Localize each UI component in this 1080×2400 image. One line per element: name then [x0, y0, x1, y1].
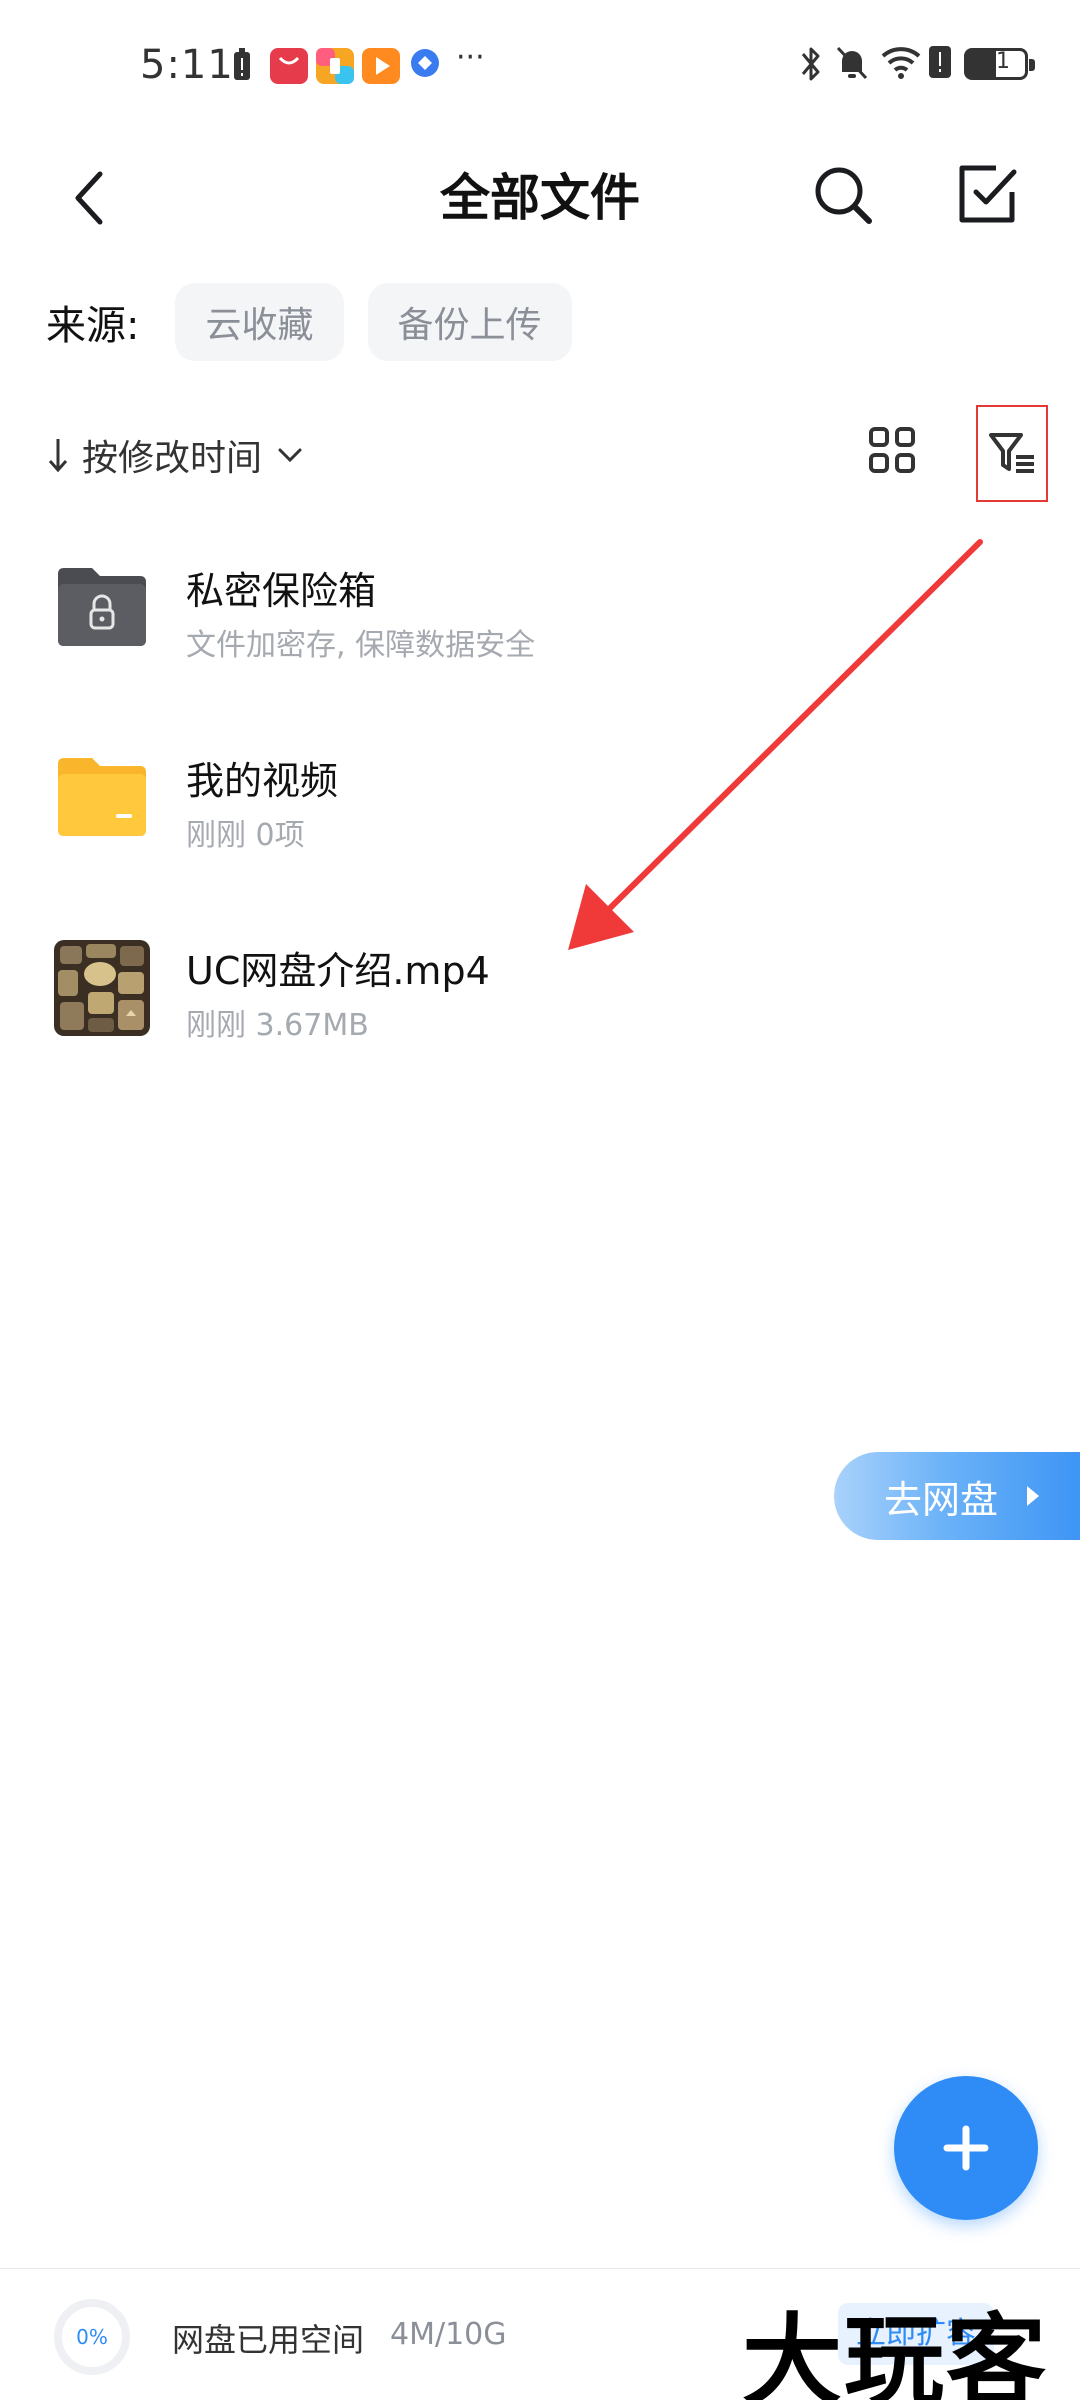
video-app-icon: [362, 48, 400, 84]
signal-alert-icon: [929, 46, 951, 78]
file-meta: 刚刚 3.67MB: [186, 1008, 369, 1043]
add-button[interactable]: [894, 2076, 1038, 2220]
list-item-my-videos[interactable]: 我的视频 刚刚 0项: [0, 730, 1080, 900]
file-meta: 文件加密存, 保障数据安全: [186, 628, 536, 663]
filter-list-icon: [989, 432, 1034, 473]
sort-selector[interactable]: 按修改时间: [46, 420, 304, 490]
storage-label: 网盘已用空间: [172, 2321, 365, 2359]
list-item-video-file[interactable]: UC网盘介绍.mp4 刚刚 3.67MB: [0, 920, 1080, 1090]
source-label: 来源:: [46, 303, 140, 349]
go-to-netdisk-button[interactable]: 去网盘: [834, 1452, 1080, 1540]
battery-icon: 51: [964, 48, 1035, 80]
play-arrow-icon: [1027, 1486, 1040, 1506]
folder-icon: [58, 758, 146, 836]
theme-app-icon: [316, 48, 354, 84]
plus-icon: [943, 2125, 989, 2171]
more-notifications-icon: ···: [456, 40, 485, 75]
file-meta: 刚刚 0项: [186, 818, 305, 853]
battery-level: 51: [982, 49, 1010, 74]
chevron-down-icon: [278, 448, 302, 463]
watermark-logo: 大玩客: [742, 2302, 1048, 2400]
chip-cloud-favorites[interactable]: 云收藏: [175, 283, 344, 361]
arrow-down-icon: [48, 439, 68, 473]
checkbox-edit-icon: [959, 165, 1017, 223]
file-name: 私密保险箱: [186, 569, 377, 613]
grid-view-button[interactable]: [864, 420, 920, 480]
search-button[interactable]: [808, 150, 878, 240]
status-bar: 5:11 ··· 51: [0, 0, 1080, 130]
source-filter-row: 来源: 云收藏 备份上传: [46, 282, 596, 362]
go-to-netdisk-label: 去网盘: [884, 1477, 999, 1522]
app-header: 全部文件: [0, 130, 1080, 280]
sort-label: 按修改时间: [82, 438, 263, 479]
chip-backup-upload[interactable]: 备份上传: [367, 283, 572, 361]
storage-value: 4M/10G: [390, 2317, 507, 2352]
lock-folder-icon: [58, 568, 146, 646]
browser-app-icon: [411, 49, 439, 77]
multi-select-button[interactable]: [952, 150, 1022, 240]
mute-bell-icon: [836, 46, 868, 80]
filter-button[interactable]: [976, 405, 1048, 502]
storage-percent: 0%: [76, 2325, 108, 2349]
huawei-store-icon: [270, 48, 308, 84]
wifi-icon: [881, 47, 921, 79]
video-thumbnail: [54, 940, 150, 1036]
bluetooth-icon: [801, 47, 820, 81]
page-title: 全部文件: [440, 169, 640, 227]
file-name: 我的视频: [186, 759, 339, 803]
search-icon: [815, 167, 872, 224]
file-name: UC网盘介绍.mp4: [186, 949, 490, 993]
status-time: 5:11: [140, 42, 234, 88]
list-item-private-vault[interactable]: 私密保险箱 文件加密存, 保障数据安全: [0, 540, 1080, 710]
battery-alert-icon: [234, 48, 250, 80]
grid-icon: [869, 427, 915, 473]
